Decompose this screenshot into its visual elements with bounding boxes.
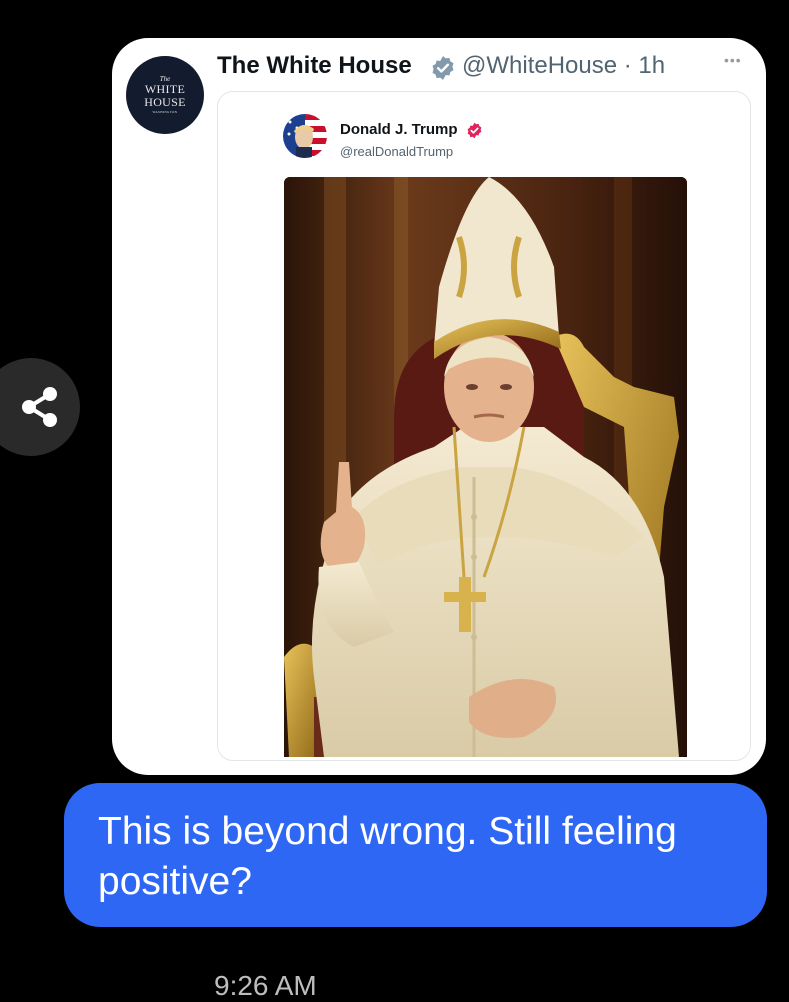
avatar-text-washington: WASHINGTON	[152, 110, 178, 114]
pope-portrait-image[interactable]	[284, 177, 687, 757]
white-house-avatar[interactable]: The WHITE HOUSE WASHINGTON	[126, 56, 204, 134]
tweet-author-handle[interactable]: @WhiteHouse · 1h	[462, 52, 665, 80]
share-icon	[22, 387, 57, 427]
tweet-author-name[interactable]: The White House	[217, 52, 412, 80]
share-button[interactable]	[0, 358, 80, 456]
pope-portrait-illustration	[284, 177, 687, 757]
verified-badge-pink-icon	[467, 122, 482, 139]
trump-avatar[interactable]	[283, 114, 327, 158]
trump-avatar-image	[283, 114, 327, 158]
avatar-text-house: HOUSE	[144, 95, 186, 109]
message-text: This is beyond wrong. Still feeling posi…	[98, 810, 677, 903]
verified-badge-icon	[432, 56, 454, 80]
more-options-icon[interactable]: •••	[724, 52, 742, 68]
sent-message-bubble[interactable]: This is beyond wrong. Still feeling posi…	[64, 783, 767, 927]
message-timestamp: 9:26 AM	[214, 970, 317, 1001]
quoted-author-handle[interactable]: @realDonaldTrump	[340, 144, 453, 159]
quoted-author-name[interactable]: Donald J. Trump	[340, 121, 458, 138]
embedded-tweet-card[interactable]: The WHITE HOUSE WASHINGTON The White Hou…	[112, 38, 766, 775]
quoted-tweet[interactable]: Donald J. Trump @realDonaldTrump	[217, 91, 751, 761]
